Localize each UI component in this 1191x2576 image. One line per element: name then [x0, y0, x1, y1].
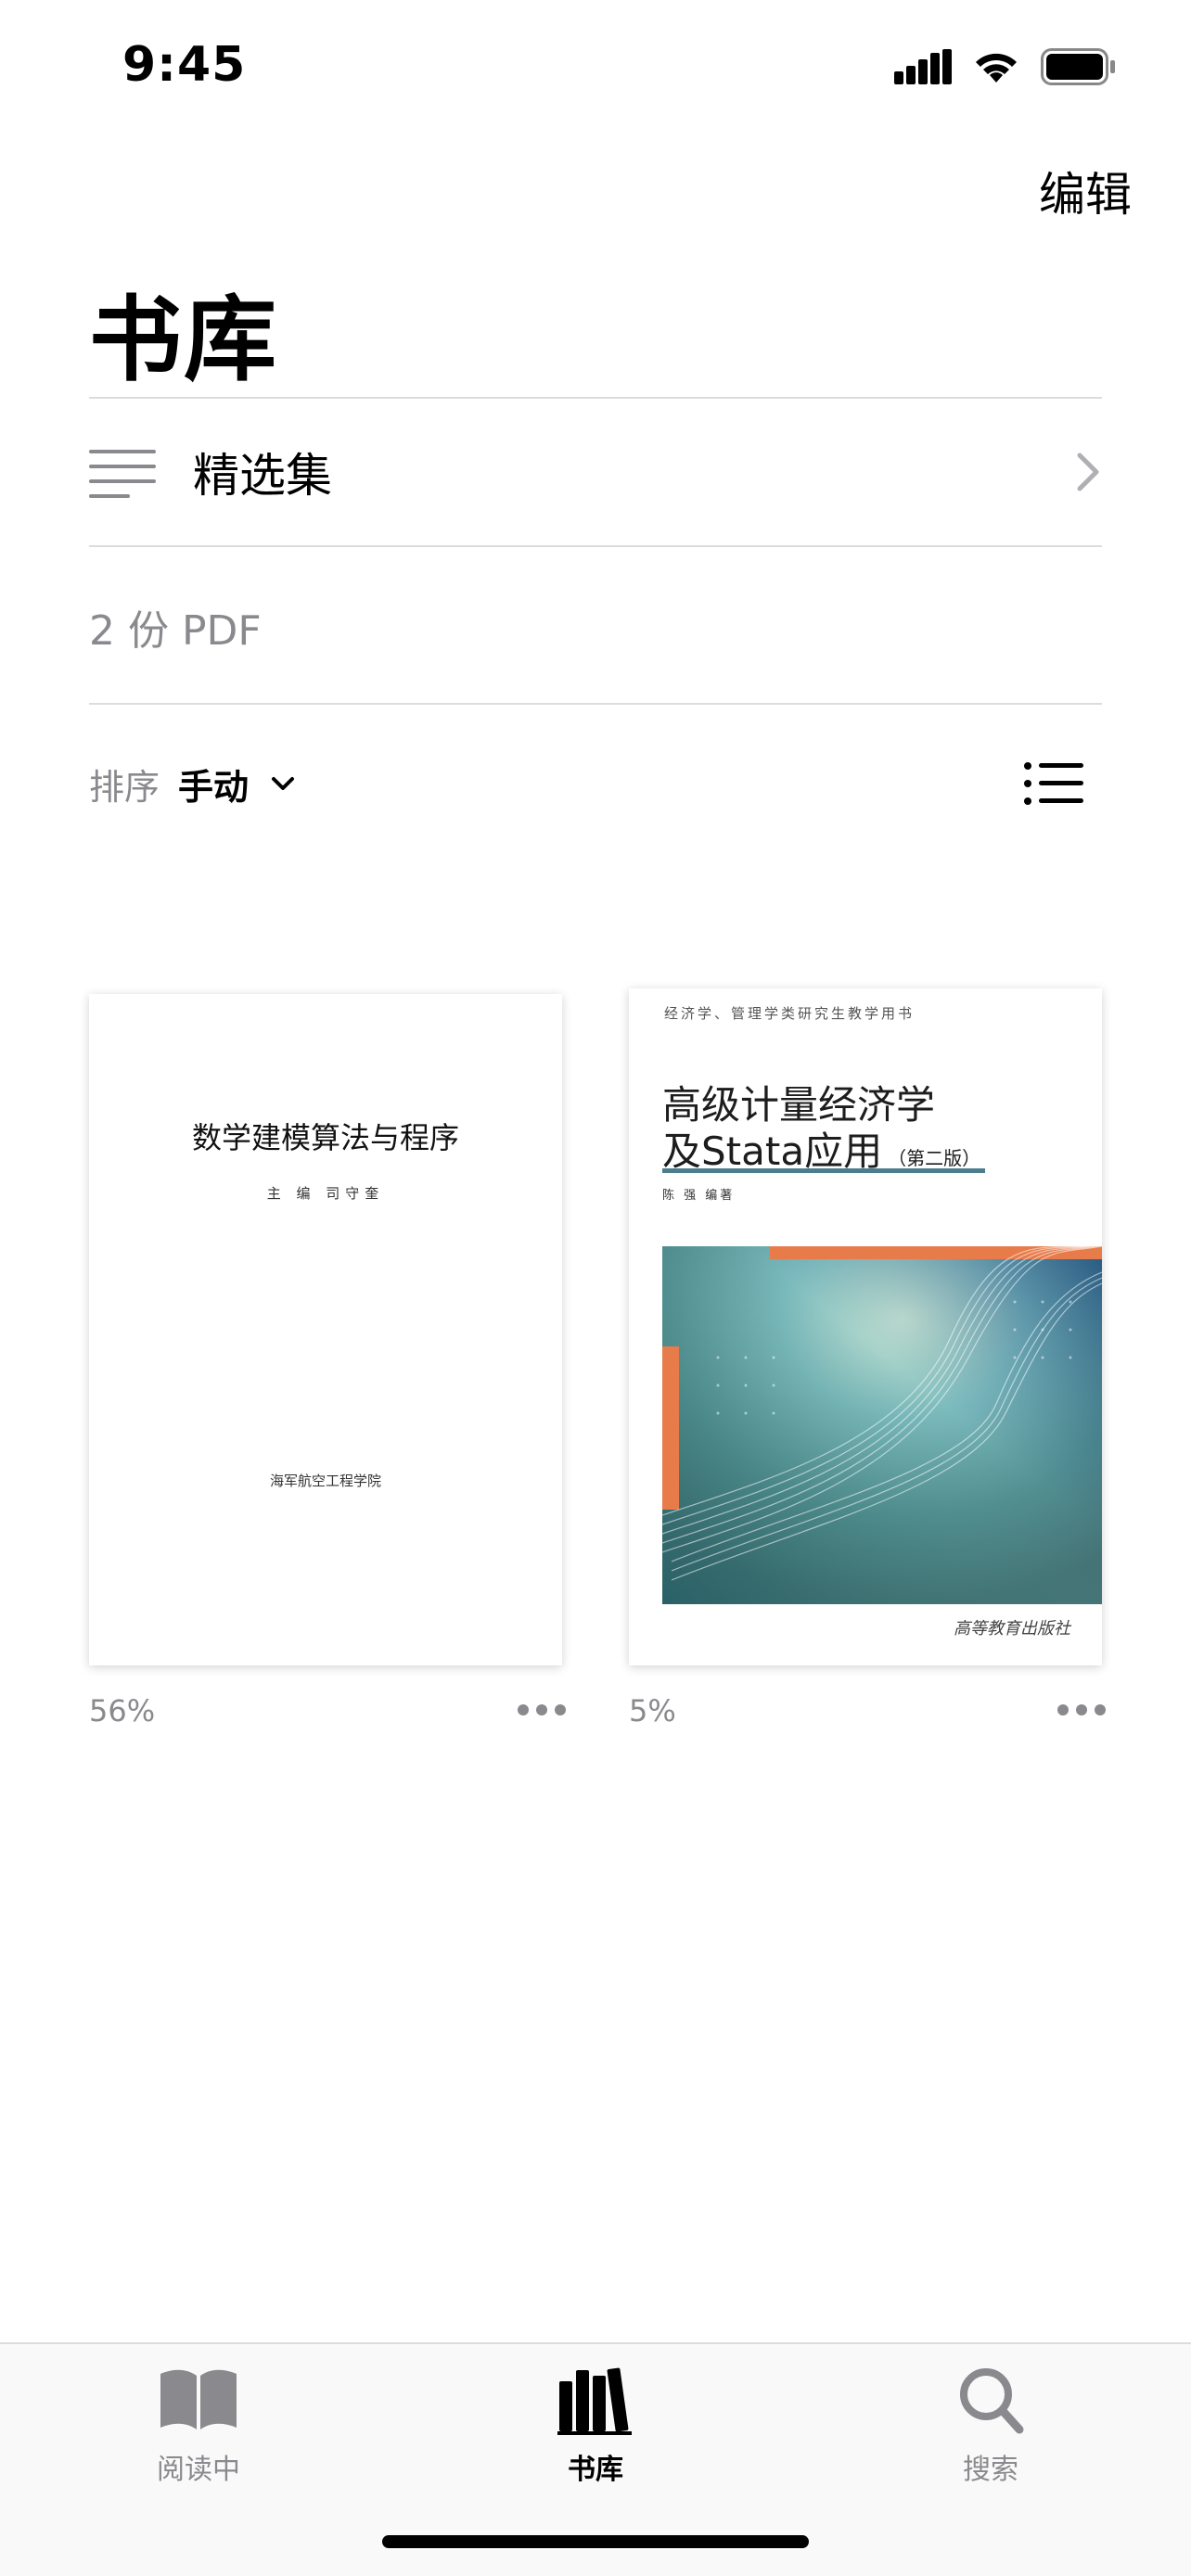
- sort-dropdown[interactable]: 手动: [178, 759, 249, 810]
- more-options-button[interactable]: [518, 1704, 566, 1717]
- tab-label: 书库: [568, 2454, 623, 2486]
- cover-author: 陈 强 编著: [662, 1189, 736, 1203]
- divider: [89, 703, 1102, 705]
- reading-progress: 56%: [89, 1693, 156, 1728]
- list-view-icon[interactable]: [1024, 760, 1083, 807]
- chevron-right-icon: [1077, 453, 1099, 491]
- tab-label: 阅读中: [157, 2454, 240, 2486]
- tab-label: 搜索: [963, 2454, 1018, 2486]
- home-indicator: [382, 2535, 809, 2548]
- book-open-icon: [160, 2369, 237, 2429]
- divider: [89, 545, 1102, 547]
- cover-title-line2-text: 及Stata应用: [662, 1129, 883, 1174]
- sort-label: 排序: [89, 766, 160, 808]
- cover-underline: [662, 1168, 985, 1173]
- tab-search[interactable]: 搜索: [898, 2363, 1083, 2487]
- book-cover[interactable]: 数学建模算法与程序 主 编 司守奎 海军航空工程学院: [89, 994, 562, 1665]
- search-icon: [960, 2368, 1024, 2434]
- more-options-button[interactable]: [1057, 1704, 1106, 1717]
- wifi-icon: [976, 53, 1017, 83]
- cover-title: 数学建模算法与程序: [191, 1120, 459, 1155]
- collections-row[interactable]: 精选集: [89, 399, 1102, 545]
- book-cover[interactable]: 经济学、管理学类研究生教学用书 高级计量经济学 及Stata应用 （第二版） 陈 …: [629, 988, 1102, 1665]
- status-time: 9:45: [122, 37, 247, 93]
- cover-series: 经济学、管理学类研究生教学用书: [664, 1005, 916, 1022]
- status-bar: 9:45: [0, 0, 1191, 130]
- cover-editor: 主 编 司守奎: [266, 1185, 385, 1202]
- status-icons: [894, 48, 1117, 85]
- cover-artwork: [662, 1246, 1102, 1604]
- books-icon: [557, 2367, 632, 2435]
- cover-edition: （第二版）: [888, 1147, 981, 1169]
- pdf-count: 2 份 PDF: [89, 607, 262, 655]
- edit-button[interactable]: 编辑: [1039, 158, 1132, 224]
- collections-list-icon: [89, 444, 156, 500]
- reading-progress: 5%: [629, 1693, 676, 1728]
- tab-reading-now[interactable]: 阅读中: [106, 2363, 291, 2487]
- page-title: 书库: [89, 286, 278, 394]
- tab-library[interactable]: 书库: [503, 2363, 688, 2487]
- sort-row: 排序 手动: [89, 742, 1102, 825]
- battery-icon: [1041, 48, 1115, 85]
- cover-publisher: 海军航空工程学院: [269, 1473, 381, 1489]
- chevron-down-icon[interactable]: [271, 775, 295, 792]
- cover-publisher: 高等教育出版社: [954, 1619, 1070, 1639]
- collections-label: 精选集: [193, 449, 332, 503]
- cellular-signal-icon: [894, 49, 952, 84]
